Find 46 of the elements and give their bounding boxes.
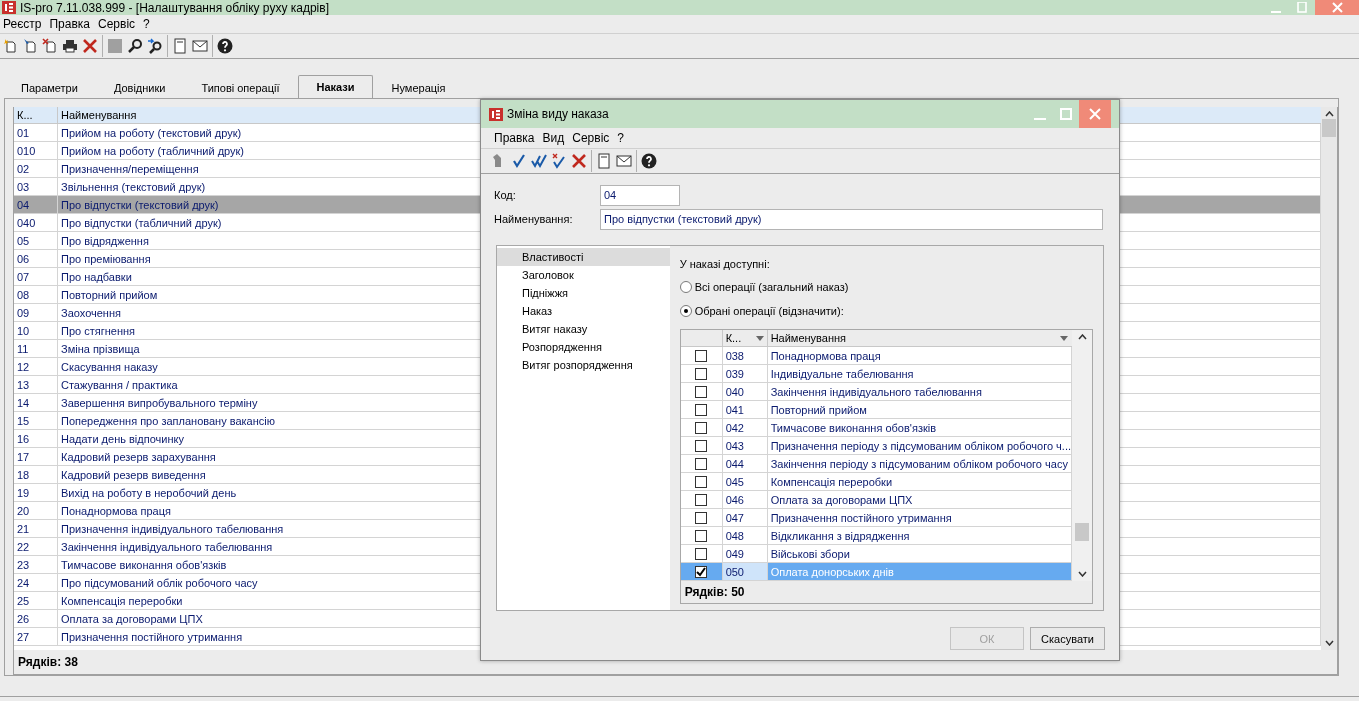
table-cell: 010 [14, 142, 58, 159]
table-cell: 11 [14, 340, 58, 357]
table-cell: 08 [14, 286, 58, 303]
table-cell: 26 [14, 610, 58, 627]
table-cell: 039 [722, 365, 768, 382]
table-cell: 042 [722, 419, 768, 436]
table-cell: 25 [14, 592, 58, 609]
table-cell: 04 [14, 196, 58, 213]
table-cell: 22 [14, 538, 58, 555]
table-cell: 12 [14, 358, 58, 375]
table-cell: 050 [722, 563, 768, 580]
table-cell: 043 [722, 437, 768, 454]
table-cell: 16 [14, 430, 58, 447]
window-title: IS-pro 7.11.038.999 - [Налаштування обліку руху кадрів] [20, 0, 329, 15]
table-cell: 038 [722, 347, 768, 364]
table-cell: 040 [14, 214, 58, 231]
table-cell: 047 [722, 509, 768, 526]
table-cell: 040 [722, 383, 768, 400]
table-cell: 14 [14, 394, 58, 411]
table-cell: 23 [14, 556, 58, 573]
table-cell: 19 [14, 484, 58, 501]
table-cell: 03 [14, 178, 58, 195]
table-cell: 24 [14, 574, 58, 591]
table-cell: 05 [14, 232, 58, 249]
dialog-title: Зміна виду наказа [507, 107, 609, 121]
section-label: У наказі доступні: [679, 258, 771, 270]
table-cell: 21 [14, 520, 58, 537]
table-cell: 07 [14, 268, 58, 285]
table-cell: 01 [14, 124, 58, 141]
table-cell: 041 [722, 401, 768, 418]
table-cell: 045 [722, 473, 768, 490]
field-label: Найменування: [494, 213, 574, 225]
table-cell: 13 [14, 376, 58, 393]
table-cell: 046 [722, 491, 768, 508]
table-cell: 17 [14, 448, 58, 465]
table-cell: 15 [14, 412, 58, 429]
table-cell: 06 [14, 250, 58, 267]
table-cell: 20 [14, 502, 58, 519]
table-cell: 049 [722, 545, 768, 562]
table-cell: 044 [722, 455, 768, 472]
table-cell: 18 [14, 466, 58, 483]
table-cell: 27 [14, 628, 58, 645]
table-cell: 048 [722, 527, 768, 544]
table-cell: 09 [14, 304, 58, 321]
table-cell: 02 [14, 160, 58, 177]
table-cell: 10 [14, 322, 58, 339]
